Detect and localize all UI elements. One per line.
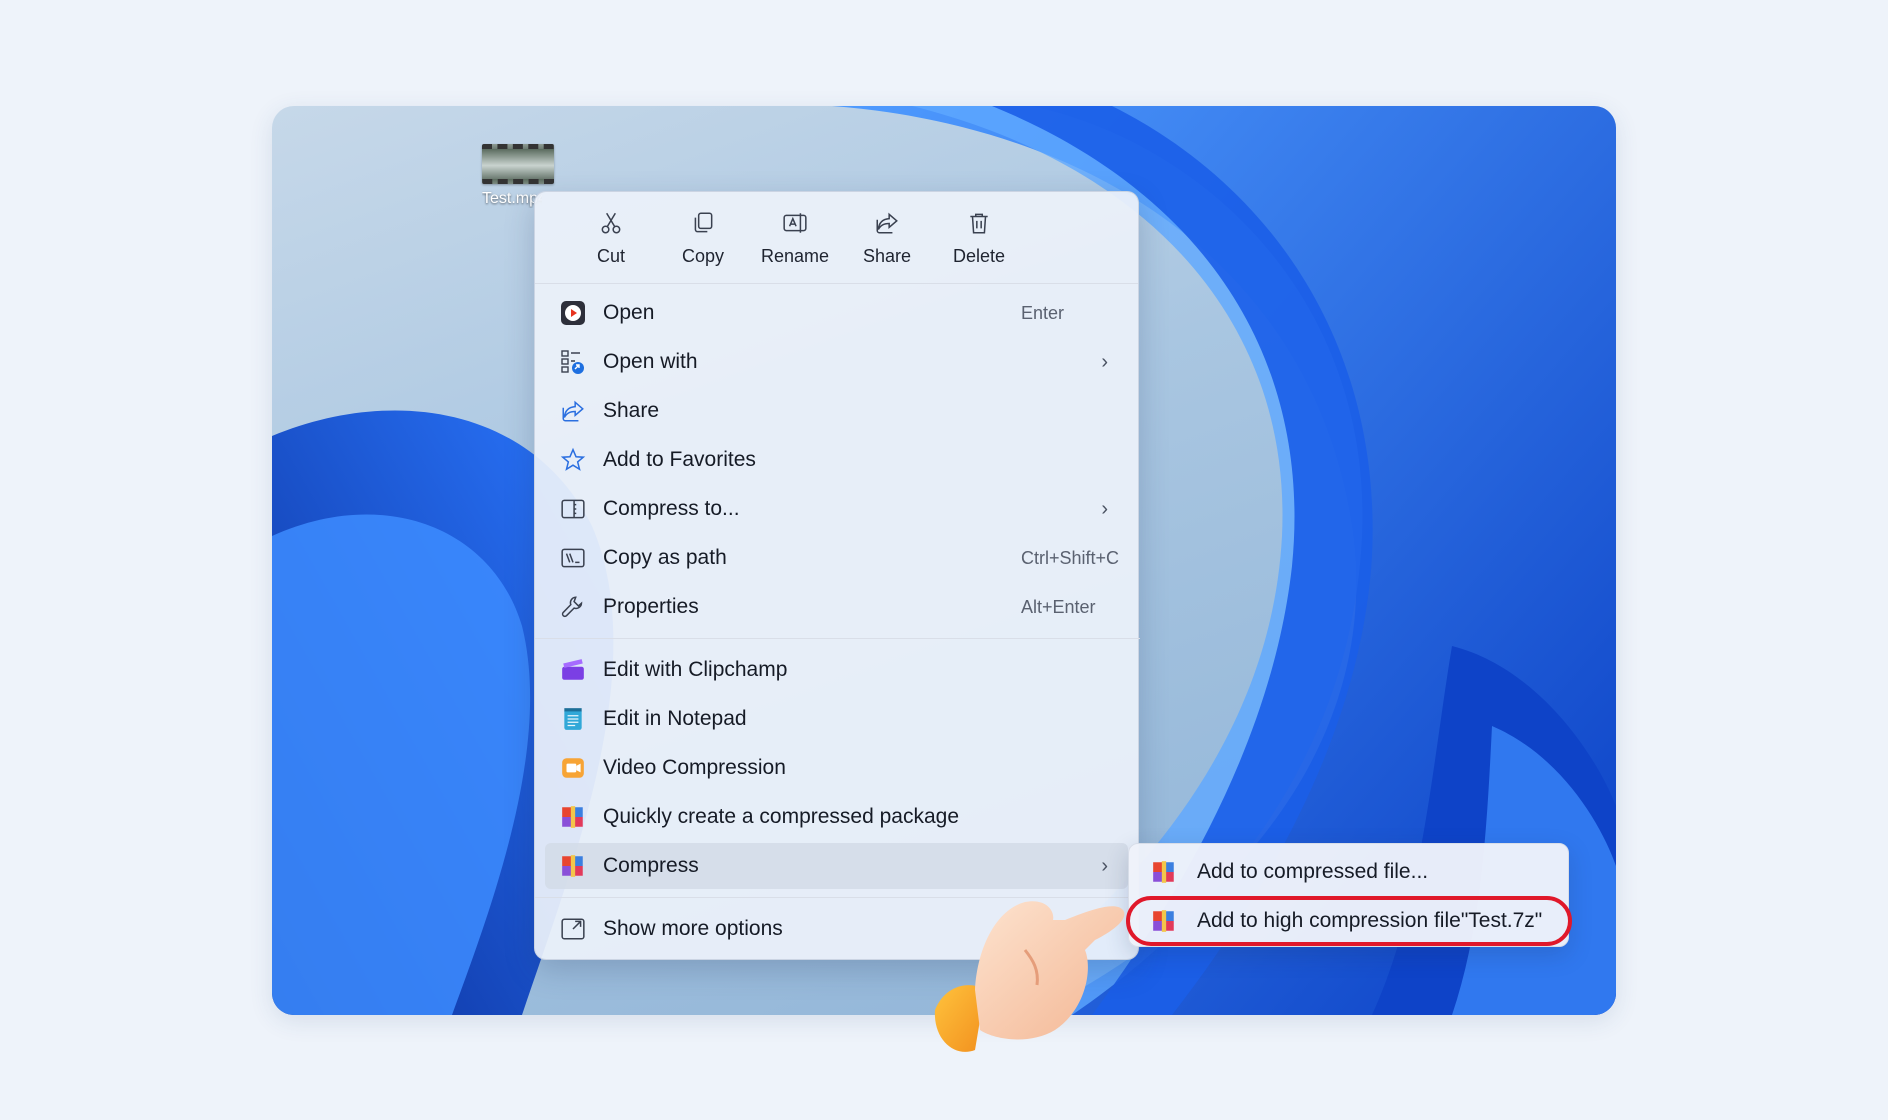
menu-item-edit-in-notepad[interactable]: Edit in Notepad bbox=[545, 696, 1128, 742]
submenu-item-add-to-compressed-file[interactable]: Add to compressed file... bbox=[1135, 850, 1564, 894]
zip-folder-icon bbox=[559, 495, 587, 523]
video-compression-icon bbox=[559, 754, 587, 782]
menu-separator bbox=[535, 638, 1140, 639]
clipchamp-icon bbox=[559, 656, 587, 684]
menu-item-video-compression[interactable]: Video Compression bbox=[545, 745, 1128, 791]
open-with-icon bbox=[559, 348, 587, 376]
menu-item-quick-compressed-package[interactable]: Quickly create a compressed package bbox=[545, 794, 1128, 840]
menu-item-properties[interactable]: Properties Alt+Enter bbox=[545, 584, 1128, 630]
copy-icon bbox=[657, 210, 749, 240]
more-options-icon bbox=[559, 915, 587, 943]
menu-item-share[interactable]: Share bbox=[545, 388, 1128, 434]
menu-item-copy-as-path[interactable]: Copy as path Ctrl+Shift+C bbox=[545, 535, 1128, 581]
path-icon bbox=[559, 544, 587, 572]
compress-submenu: Add to compressed file... Add to high co… bbox=[1128, 843, 1569, 947]
delete-button[interactable]: Delete bbox=[933, 192, 1025, 283]
trash-icon bbox=[933, 210, 1025, 240]
archive-icon bbox=[559, 852, 587, 880]
menu-item-edit-with-clipchamp[interactable]: Edit with Clipchamp bbox=[545, 647, 1128, 693]
cut-button[interactable]: Cut bbox=[565, 192, 657, 283]
wrench-icon bbox=[559, 593, 587, 621]
video-thumbnail-icon bbox=[482, 144, 554, 184]
context-menu: Cut Copy Rename Share Delete Open Enter … bbox=[534, 191, 1140, 960]
share-button[interactable]: Share bbox=[841, 192, 933, 283]
menu-item-compress-to[interactable]: Compress to... › bbox=[545, 486, 1128, 532]
chevron-right-icon: › bbox=[1101, 854, 1108, 877]
share-icon bbox=[559, 397, 587, 425]
rename-icon bbox=[749, 210, 841, 240]
menu-item-add-to-favorites[interactable]: Add to Favorites bbox=[545, 437, 1128, 483]
notepad-icon bbox=[559, 705, 587, 733]
menu-item-open[interactable]: Open Enter bbox=[545, 290, 1128, 336]
play-icon bbox=[559, 299, 587, 327]
chevron-right-icon: › bbox=[1101, 350, 1108, 373]
scissors-icon bbox=[565, 210, 657, 240]
pointing-hand-icon bbox=[934, 901, 1125, 1052]
desktop-file-label: Test.mp4 bbox=[482, 190, 542, 207]
archive-icon bbox=[559, 803, 587, 831]
menu-item-compress[interactable]: Compress › bbox=[545, 843, 1128, 889]
chevron-right-icon: › bbox=[1101, 497, 1108, 520]
copy-button[interactable]: Copy bbox=[657, 192, 749, 283]
menu-item-open-with[interactable]: Open with › bbox=[545, 339, 1128, 385]
share-icon bbox=[841, 210, 933, 240]
rename-button[interactable]: Rename bbox=[749, 192, 841, 283]
archive-icon bbox=[1151, 908, 1177, 934]
star-icon bbox=[559, 446, 587, 474]
submenu-item-add-to-high-compression[interactable]: Add to high compression file"Test.7z" bbox=[1135, 899, 1564, 943]
quick-actions-bar: Cut Copy Rename Share Delete bbox=[535, 192, 1138, 284]
archive-icon bbox=[1151, 859, 1177, 885]
